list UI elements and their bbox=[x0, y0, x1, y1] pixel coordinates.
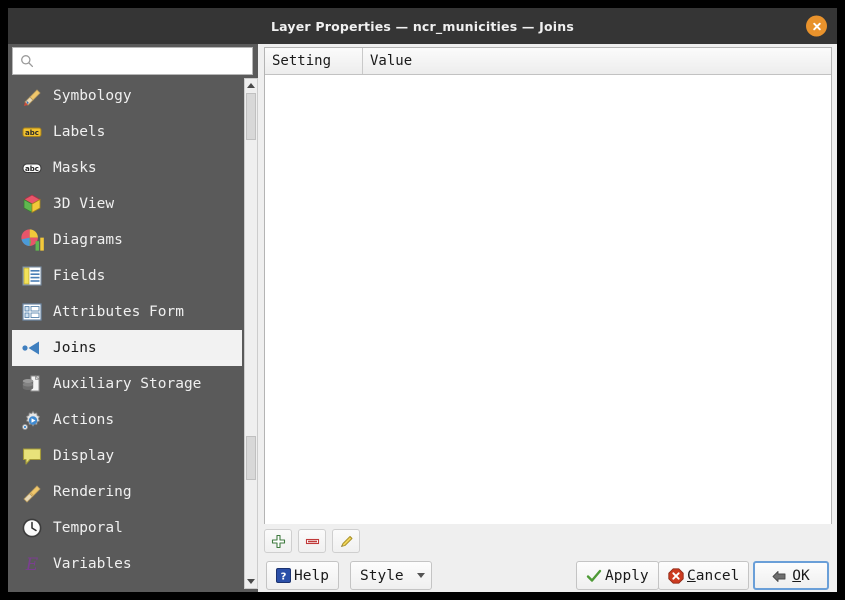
table-body[interactable] bbox=[265, 75, 831, 524]
joins-icon bbox=[19, 335, 45, 361]
scrollbar-thumb[interactable] bbox=[246, 93, 256, 140]
variables-icon: E bbox=[19, 551, 45, 577]
diagrams-icon bbox=[19, 227, 45, 253]
svg-text:abc: abc bbox=[25, 129, 39, 137]
sidebar-item-label: Actions bbox=[53, 412, 114, 428]
masks-icon: abc bbox=[19, 155, 45, 181]
attributes-form-icon bbox=[19, 299, 45, 325]
table-header-row: Setting Value bbox=[265, 48, 831, 75]
dialog-body: Symbology abc Labels a bbox=[8, 44, 837, 592]
sidebar-item-labels[interactable]: abc Labels bbox=[12, 114, 242, 150]
scroll-down-arrow-icon[interactable] bbox=[245, 575, 257, 588]
fields-icon bbox=[19, 263, 45, 289]
ok-button-label: OK bbox=[792, 568, 809, 584]
sidebar-item-diagrams[interactable]: Diagrams bbox=[12, 222, 242, 258]
sidebar-item-masks[interactable]: abc Masks bbox=[12, 150, 242, 186]
display-icon bbox=[19, 443, 45, 469]
column-header-value[interactable]: Value bbox=[363, 48, 831, 74]
apply-button[interactable]: Apply bbox=[576, 561, 659, 590]
sidebar-item-label: Diagrams bbox=[53, 232, 123, 248]
sidebar-item-label: Display bbox=[53, 448, 114, 464]
sidebar-item-actions[interactable]: Actions bbox=[12, 402, 242, 438]
sidebar-nav-list[interactable]: Symbology abc Labels a bbox=[12, 78, 242, 589]
search-icon bbox=[20, 54, 34, 68]
cancel-button-label: Cancel bbox=[687, 568, 739, 584]
sidebar-item-label: Temporal bbox=[53, 520, 123, 536]
rendering-icon bbox=[19, 479, 45, 505]
question-mark-icon: ? bbox=[276, 568, 291, 583]
add-join-button[interactable] bbox=[264, 529, 292, 553]
sidebar-item-fields[interactable]: Fields bbox=[12, 258, 242, 294]
sidebar-item-label: Auxiliary Storage bbox=[53, 376, 201, 392]
sidebar: Symbology abc Labels a bbox=[8, 44, 258, 592]
chevron-down-icon[interactable] bbox=[417, 573, 425, 578]
help-button-label: Help bbox=[294, 568, 329, 584]
help-button[interactable]: ? Help bbox=[266, 561, 339, 590]
minus-icon bbox=[305, 534, 320, 549]
style-button-label: Style bbox=[360, 568, 404, 584]
sidebar-item-label: Joins bbox=[53, 340, 97, 356]
sidebar-item-label: Variables bbox=[53, 556, 132, 572]
sidebar-item-label: 3D View bbox=[53, 196, 114, 212]
cancel-x-icon bbox=[668, 568, 684, 584]
temporal-icon bbox=[19, 515, 45, 541]
sidebar-item-label: Labels bbox=[53, 124, 105, 140]
remove-join-button[interactable] bbox=[298, 529, 326, 553]
sidebar-item-label: Fields bbox=[53, 268, 105, 284]
labels-icon: abc bbox=[19, 119, 45, 145]
sidebar-item-label: Rendering bbox=[53, 484, 132, 500]
search-box[interactable] bbox=[12, 47, 253, 75]
ok-button[interactable]: OK bbox=[753, 561, 829, 590]
joins-panel: Setting Value bbox=[258, 44, 837, 592]
scrollbar-thumb-lower[interactable] bbox=[246, 436, 256, 480]
sidebar-item-symbology[interactable]: Symbology bbox=[12, 78, 242, 114]
sidebar-item-rendering[interactable]: Rendering bbox=[12, 474, 242, 510]
sidebar-item-auxiliary-storage[interactable]: Auxiliary Storage bbox=[12, 366, 242, 402]
3d-view-icon bbox=[19, 191, 45, 217]
column-header-setting[interactable]: Setting bbox=[265, 48, 363, 74]
sidebar-item-joins[interactable]: Joins bbox=[12, 330, 242, 366]
auxiliary-storage-icon bbox=[19, 371, 45, 397]
check-icon bbox=[586, 568, 602, 584]
apply-button-label: Apply bbox=[605, 568, 649, 584]
sidebar-item-variables[interactable]: E Variables bbox=[12, 546, 242, 582]
scroll-up-arrow-icon[interactable] bbox=[245, 79, 257, 92]
sidebar-item-label: Attributes Form bbox=[53, 304, 184, 320]
dialog-titlebar: Layer Properties — ncr_municities — Join… bbox=[8, 8, 837, 44]
sidebar-scrollbar[interactable] bbox=[244, 78, 258, 589]
sidebar-item-label: Masks bbox=[53, 160, 97, 176]
actions-icon bbox=[19, 407, 45, 433]
edit-join-button[interactable] bbox=[332, 529, 360, 553]
cancel-button[interactable]: Cancel bbox=[658, 561, 749, 590]
svg-text:E: E bbox=[25, 555, 39, 575]
symbology-icon bbox=[19, 83, 45, 109]
joins-table[interactable]: Setting Value bbox=[264, 47, 832, 524]
ok-arrow-icon bbox=[772, 568, 789, 584]
dialog-button-bar: ? Help Style Apply bbox=[258, 559, 837, 592]
svg-text:?: ? bbox=[281, 571, 287, 582]
sidebar-item-3d-view[interactable]: 3D View bbox=[12, 186, 242, 222]
plus-icon bbox=[271, 534, 286, 549]
style-button[interactable]: Style bbox=[350, 561, 432, 590]
search-input[interactable] bbox=[38, 49, 252, 73]
dialog-title: Layer Properties — ncr_municities — Join… bbox=[271, 19, 574, 34]
svg-text:abc: abc bbox=[25, 165, 39, 173]
joins-toolbar bbox=[264, 529, 360, 553]
layer-properties-dialog: Layer Properties — ncr_municities — Join… bbox=[0, 0, 845, 600]
sidebar-item-attributes-form[interactable]: Attributes Form bbox=[12, 294, 242, 330]
pencil-icon bbox=[339, 534, 354, 549]
sidebar-item-label: Symbology bbox=[53, 88, 132, 104]
close-icon[interactable] bbox=[806, 16, 827, 37]
sidebar-item-temporal[interactable]: Temporal bbox=[12, 510, 242, 546]
sidebar-item-display[interactable]: Display bbox=[12, 438, 242, 474]
